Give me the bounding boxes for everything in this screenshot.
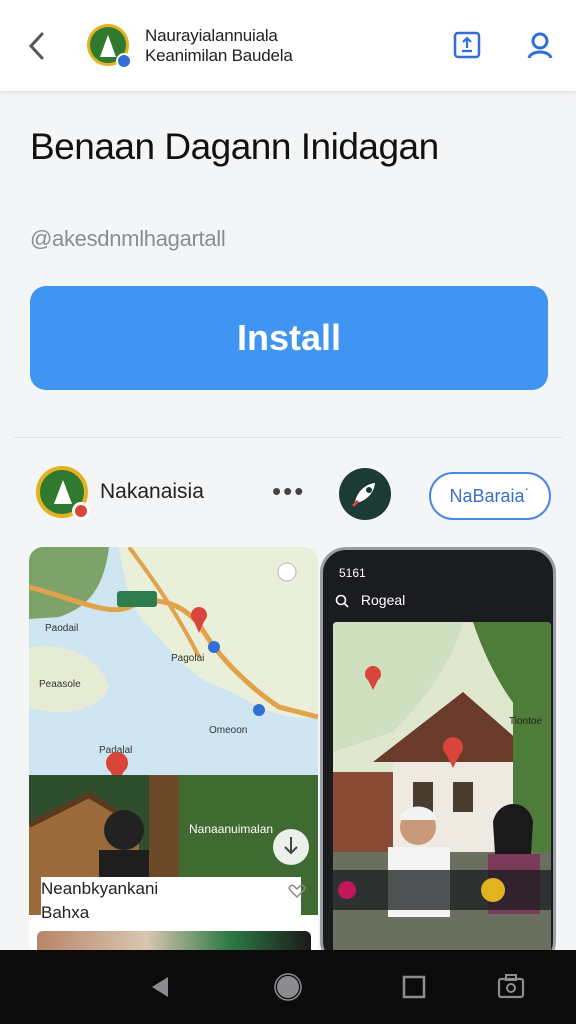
more-options-button[interactable]: ••• bbox=[272, 476, 305, 507]
chevron-left-icon bbox=[28, 32, 44, 60]
system-nav-bar bbox=[0, 950, 576, 1024]
map-label: Paodail bbox=[45, 623, 78, 634]
map-label: Omeoon bbox=[209, 725, 247, 736]
nav-home-button[interactable] bbox=[273, 972, 303, 1002]
badge-dot bbox=[116, 53, 132, 69]
screenshot-card-left[interactable]: Paodail Pagolai Peaasole Omeoon Padalal … bbox=[29, 547, 318, 957]
header-title-line2: Keanimilan Baudela bbox=[145, 46, 293, 65]
circle-home-icon bbox=[274, 973, 302, 1001]
caption-line1: Neanbkyankani bbox=[41, 879, 159, 898]
divider bbox=[14, 437, 562, 438]
share-button[interactable] bbox=[452, 30, 482, 60]
share-icon bbox=[453, 31, 481, 59]
phone-status-bar: 5161 bbox=[339, 566, 539, 580]
screenshot-icon bbox=[497, 974, 525, 999]
feature-button[interactable] bbox=[339, 468, 391, 520]
map-label: Peaasole bbox=[39, 679, 81, 690]
developer-pill-button[interactable]: NaBaraia˙ bbox=[429, 472, 551, 520]
phone-map-image: Tiontoe bbox=[333, 622, 551, 958]
account-icon bbox=[527, 32, 553, 59]
phone-search-text: Rogeal bbox=[360, 592, 406, 608]
map-label: Pagolai bbox=[171, 653, 204, 664]
screenshot-card-phone[interactable]: 5161 Rogeal Tiontoe bbox=[320, 547, 556, 967]
app-title: Benaan Dagann Inidagan bbox=[30, 126, 439, 167]
developer-name[interactable]: Nakanaisia bbox=[100, 480, 204, 504]
developer-row: Nakanaisia ••• NaBaraia˙ bbox=[0, 462, 576, 526]
install-button[interactable]: Install bbox=[30, 286, 548, 390]
screenshot-caption: Neanbkyankani Bahxa bbox=[41, 877, 301, 925]
heart-icon[interactable] bbox=[287, 881, 307, 901]
top-app-bar: Naurayialannuiala Keanimilan Baudela bbox=[0, 0, 576, 92]
header-titles: Naurayialannuiala Keanimilan Baudela bbox=[145, 26, 293, 66]
caption-line2: Bahxa bbox=[41, 903, 90, 922]
account-button[interactable] bbox=[525, 30, 555, 60]
developer-logo[interactable] bbox=[36, 466, 90, 520]
header-title-line1: Naurayialannuiala bbox=[145, 26, 278, 45]
nav-back-button[interactable] bbox=[146, 972, 176, 1002]
app-logo bbox=[87, 24, 132, 69]
nav-screenshot-button[interactable] bbox=[496, 972, 526, 1002]
app-handle: @akesdnmlhagartall bbox=[30, 226, 226, 251]
rocket-icon bbox=[351, 483, 375, 508]
triangle-back-icon bbox=[152, 977, 168, 997]
phone-search-bar: Rogeal bbox=[335, 592, 547, 616]
badge-dot bbox=[72, 502, 90, 520]
nav-recents-button[interactable] bbox=[399, 972, 429, 1002]
photo-label: Nanaanuimalan bbox=[189, 822, 273, 836]
phone-map-label: Tiontoe bbox=[509, 716, 542, 727]
back-button[interactable] bbox=[22, 28, 54, 64]
search-icon bbox=[335, 594, 349, 608]
phone-time: 5161 bbox=[339, 566, 366, 580]
map-image: Paodail Pagolai Peaasole Omeoon Padalal bbox=[29, 547, 318, 777]
square-recents-icon bbox=[402, 975, 426, 999]
